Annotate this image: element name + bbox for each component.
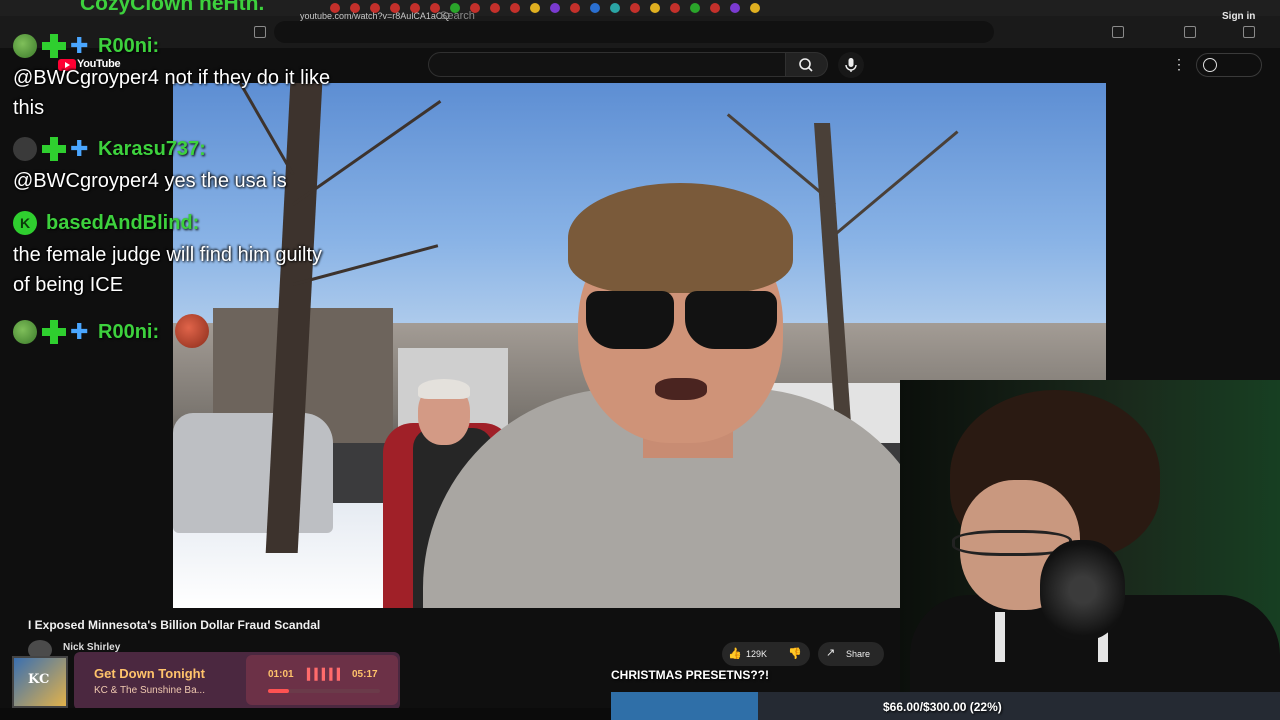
- chat-message: the female judge will find him guilty of…: [13, 244, 323, 296]
- sidebar-icon[interactable]: [1184, 26, 1196, 38]
- webcam-strap: [995, 612, 1005, 662]
- chat-username: basedAndBlind:: [46, 212, 200, 234]
- url-field[interactable]: [274, 21, 994, 43]
- song-progress-fill: [268, 689, 290, 693]
- sword-badge-icon: ✚: [70, 33, 89, 58]
- bottom-strip: [0, 708, 611, 720]
- plus-badge-icon: [42, 320, 66, 344]
- thumbs-down-icon[interactable]: 👎: [788, 647, 802, 660]
- screen: youtube.com/watch?v=r8AulCA1aOQ YouTube …: [0, 0, 1280, 720]
- share-icon: ↗: [826, 647, 836, 659]
- tab-favicon-icon[interactable]: [530, 3, 540, 13]
- chat-username: R00ni:: [98, 321, 160, 343]
- search-input[interactable]: [428, 52, 786, 77]
- headphones-icon: [1040, 540, 1125, 640]
- k-badge-icon: K: [13, 211, 37, 235]
- chat-partial-line: CozyClown heHth.: [80, 0, 265, 15]
- tab-favicon-icon[interactable]: [490, 3, 500, 13]
- tab-favicon-icon[interactable]: [630, 3, 640, 13]
- share-label[interactable]: Share: [846, 649, 870, 659]
- search-button[interactable]: [786, 52, 828, 77]
- video-host-mouth: [655, 378, 707, 400]
- sword-badge-icon: ✚: [70, 136, 89, 161]
- extension-icon[interactable]: [1112, 26, 1124, 38]
- frog-badge-icon: [13, 320, 37, 344]
- tab-favicon-icon[interactable]: [710, 3, 720, 13]
- like-count[interactable]: 129K: [746, 649, 767, 659]
- goal-title: CHRISTMAS PRESETNS??!: [611, 668, 770, 682]
- video-person-hair: [418, 379, 470, 399]
- video-title[interactable]: I Exposed Minnesota's Billion Dollar Fra…: [28, 618, 320, 632]
- tab-favicon-icon[interactable]: [690, 3, 700, 13]
- address-bar: [0, 16, 1280, 48]
- frog-badge-icon: [13, 34, 37, 58]
- sunglasses-lens: [685, 291, 777, 349]
- album-art-text: KC: [28, 672, 50, 687]
- chat-message: @BWCgroyper4 yes the usa is: [13, 170, 287, 192]
- tab-favicon-icon[interactable]: [570, 3, 580, 13]
- audio-wave-icon: ▍▍▍▍▍: [307, 669, 345, 681]
- search-placeholder: Search: [440, 10, 475, 22]
- tab-favicon-icon[interactable]: [650, 3, 660, 13]
- more-options-icon[interactable]: ⋮: [1172, 56, 1186, 73]
- video-car: [173, 413, 333, 533]
- bookmark-icon[interactable]: [254, 26, 266, 38]
- emote-icon: [175, 314, 209, 348]
- tab-favicon-icon[interactable]: [610, 3, 620, 13]
- tab-favicon-icon[interactable]: [590, 3, 600, 13]
- microphone-icon: [845, 58, 857, 72]
- search-icon: [799, 58, 813, 72]
- tab-favicon-icon[interactable]: [670, 3, 680, 13]
- url-text[interactable]: youtube.com/watch?v=r8AulCA1aOQ: [300, 11, 450, 21]
- sunglasses-lens: [586, 291, 674, 349]
- chat-message: @BWCgroyper4 not if they do it like this: [13, 67, 331, 119]
- chat-username: R00ni:: [98, 35, 160, 57]
- plus-badge-icon: [42, 34, 66, 58]
- song-artist: KC & The Sunshine Ba...: [94, 685, 205, 696]
- wallet-icon[interactable]: [1243, 26, 1255, 38]
- tab-favicon-icon[interactable]: [730, 3, 740, 13]
- voice-search-button[interactable]: [838, 52, 864, 78]
- chat-username: Karasu737:: [98, 138, 206, 160]
- goal-label: $66.00/$300.00 (22%): [883, 700, 1002, 714]
- song-title: Get Down Tonight: [94, 666, 205, 681]
- goal-progress-fill: [611, 692, 759, 720]
- streamer-webcam: [900, 380, 1280, 692]
- user-avatar-badge-icon: [13, 137, 37, 161]
- sword-badge-icon: ✚: [70, 319, 89, 344]
- account-icon: [1203, 58, 1217, 72]
- video-host-hair: [568, 183, 793, 293]
- tab-favicon-icon[interactable]: [510, 3, 520, 13]
- thumbs-up-icon[interactable]: 👍: [728, 647, 742, 660]
- song-elapsed: 01:01: [268, 669, 294, 680]
- tab-favicon-icon[interactable]: [750, 3, 760, 13]
- song-duration: 05:17: [352, 669, 378, 680]
- plus-badge-icon: [42, 137, 66, 161]
- sign-in-label[interactable]: Sign in: [1222, 11, 1255, 22]
- album-art: KC: [12, 656, 68, 708]
- tab-favicon-icon[interactable]: [550, 3, 560, 13]
